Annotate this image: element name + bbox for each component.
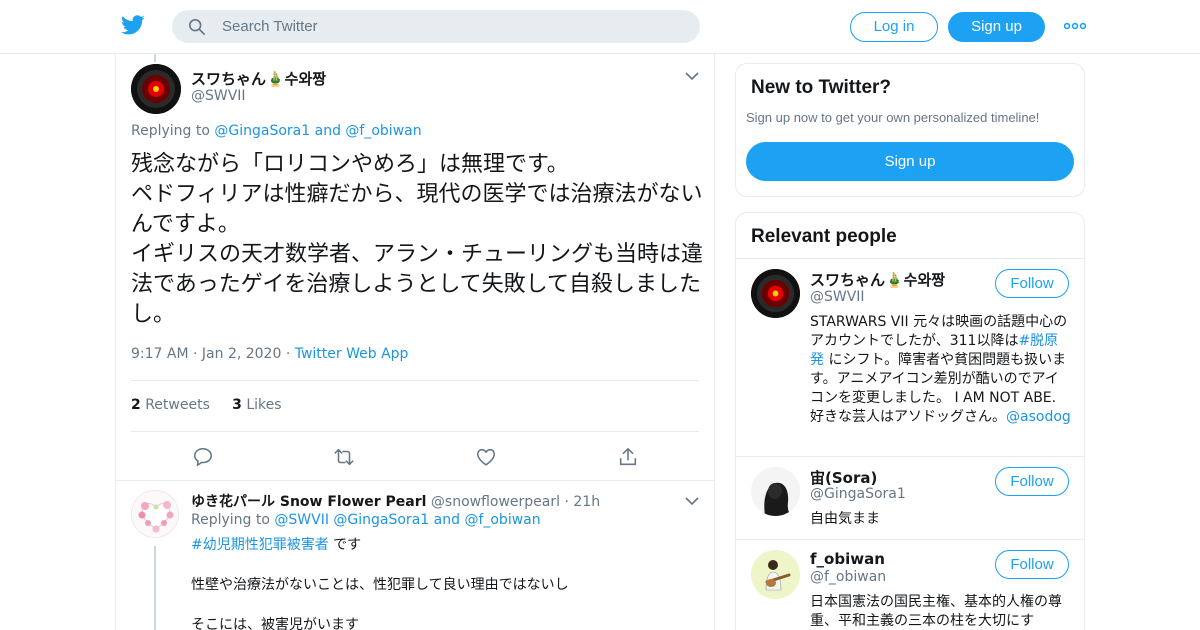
search-box[interactable]	[172, 10, 700, 43]
card-title: Relevant people	[751, 226, 897, 247]
person-name[interactable]: スワちゃん🎍수와짱	[810, 269, 945, 290]
tweet-author-handle[interactable]: @SWVII	[191, 88, 246, 104]
twitter-bird-icon[interactable]	[120, 13, 146, 37]
thread-line	[154, 54, 156, 62]
mention-link[interactable]: @f_obiwan	[464, 512, 540, 528]
reply-time[interactable]: 21h	[573, 494, 600, 510]
person-bio: 自由気まま	[810, 511, 880, 527]
search-input[interactable]	[222, 10, 682, 43]
more-dots-icon[interactable]	[1064, 22, 1086, 30]
follow-button[interactable]: Follow	[995, 550, 1069, 579]
avatar[interactable]	[751, 550, 800, 599]
replying-to: Replying to @GingaSora1 and @f_obiwan	[131, 123, 422, 139]
mention-link[interactable]: @GingaSora1	[214, 123, 310, 139]
thread-line	[154, 546, 156, 630]
tweet-text: 残念ながら「ロリコンやめろ」は無理です。 ペドフィリアは性癖だから、現代の医学で…	[131, 152, 704, 327]
reply-text-line: そこには、被害児がいます	[191, 617, 359, 630]
divider	[736, 258, 1084, 259]
mention-link[interactable]: @f_obiwan	[345, 123, 421, 139]
main-timeline: スワちゃん🎍수와짱 @SWVII Replying to @GingaSora1…	[115, 54, 715, 630]
heart-icon[interactable]	[475, 446, 497, 468]
replying-to: Replying to @SWVII @GingaSora1 and @f_ob…	[191, 512, 541, 528]
divider	[736, 539, 1084, 540]
divider	[736, 456, 1084, 457]
tweet-author-name[interactable]: スワちゃん🎍수와짱	[191, 68, 326, 89]
tweet-stats: 2 Retweets 3 Likes	[131, 397, 282, 413]
reply-text-line: 性壁や治療法がないことは、性犯罪して良い理由ではないし	[191, 577, 569, 593]
signup-card-button[interactable]: Sign up	[746, 142, 1074, 181]
reply-text-line: #幼児期性犯罪被害者 です	[191, 534, 361, 554]
tweet-source[interactable]: Twitter Web App	[295, 346, 409, 362]
avatar[interactable]	[131, 64, 181, 114]
person-handle[interactable]: @SWVII	[810, 289, 865, 305]
replying-and: and	[433, 512, 460, 528]
reply-header: ゆき花パール Snow Flower Pearl @snowflowerpear…	[191, 494, 601, 510]
relevant-people-card: Relevant people スワちゃん🎍수와짱 @SWVII Follow …	[735, 212, 1085, 630]
chevron-down-icon[interactable]	[685, 496, 699, 506]
hashtag-link[interactable]: #幼児期性犯罪被害者	[191, 537, 329, 553]
follow-button[interactable]: Follow	[995, 467, 1069, 496]
hal-eye-icon	[751, 269, 800, 318]
replying-and: and	[314, 123, 341, 139]
person-handle[interactable]: @GingaSora1	[810, 486, 906, 502]
card-title: New to Twitter?	[751, 77, 892, 98]
signup-button[interactable]: Sign up	[948, 12, 1045, 42]
tweet-date[interactable]: Jan 2, 2020	[202, 346, 281, 362]
avatar[interactable]	[751, 269, 800, 318]
card-subtitle: Sign up now to get your own personalized…	[746, 110, 1040, 125]
person-name[interactable]: 宙(Sora)	[810, 467, 877, 488]
reply-author-name[interactable]: ゆき花パール Snow Flower Pearl	[191, 494, 426, 510]
tweet-time[interactable]: 9:17 AM	[131, 346, 189, 362]
reply-author-handle[interactable]: @snowflowerpearl	[431, 494, 560, 510]
person-bio: 日本国憲法の国民主権、基本的人権の尊重、平和主義の三本の柱を大切にす	[810, 594, 1062, 629]
likes-stat[interactable]: 3 Likes	[232, 397, 281, 413]
new-to-twitter-card: New to Twitter? Sign up now to get your …	[735, 63, 1085, 197]
avatar[interactable]	[131, 490, 179, 538]
top-bar: Log in Sign up	[0, 0, 1200, 54]
avatar[interactable]	[751, 467, 800, 516]
person-name[interactable]: f_obiwan	[810, 550, 885, 568]
portrait-icon	[751, 467, 800, 516]
replying-label: Replying to	[191, 512, 270, 528]
mention-link[interactable]: @SWVII @GingaSora1	[274, 512, 429, 528]
reply-icon[interactable]	[192, 446, 214, 468]
flower-heart-icon	[132, 491, 178, 537]
retweet-icon[interactable]	[333, 446, 355, 468]
tweet-separator	[116, 480, 714, 481]
search-icon	[188, 18, 206, 36]
person-handle[interactable]: @f_obiwan	[810, 569, 886, 585]
divider	[131, 431, 699, 432]
guitar-player-icon	[751, 550, 800, 599]
tweet-meta: 9:17 AM · Jan 2, 2020 · Twitter Web App	[131, 346, 409, 362]
retweets-stat[interactable]: 2 Retweets	[131, 397, 210, 413]
replying-label: Replying to	[131, 123, 210, 139]
person-bio: STARWARS VII 元々は映画の話題中心のアカウントでしたが、311以降は…	[810, 313, 1072, 427]
chevron-down-icon[interactable]	[685, 71, 699, 81]
follow-button[interactable]: Follow	[995, 269, 1069, 298]
reply-text-fragment: です	[328, 537, 362, 553]
mention-link[interactable]: @asodog	[1006, 409, 1071, 425]
share-icon[interactable]	[617, 446, 639, 468]
login-button[interactable]: Log in	[850, 12, 938, 42]
hal-eye-icon	[131, 64, 181, 114]
divider	[131, 380, 699, 381]
